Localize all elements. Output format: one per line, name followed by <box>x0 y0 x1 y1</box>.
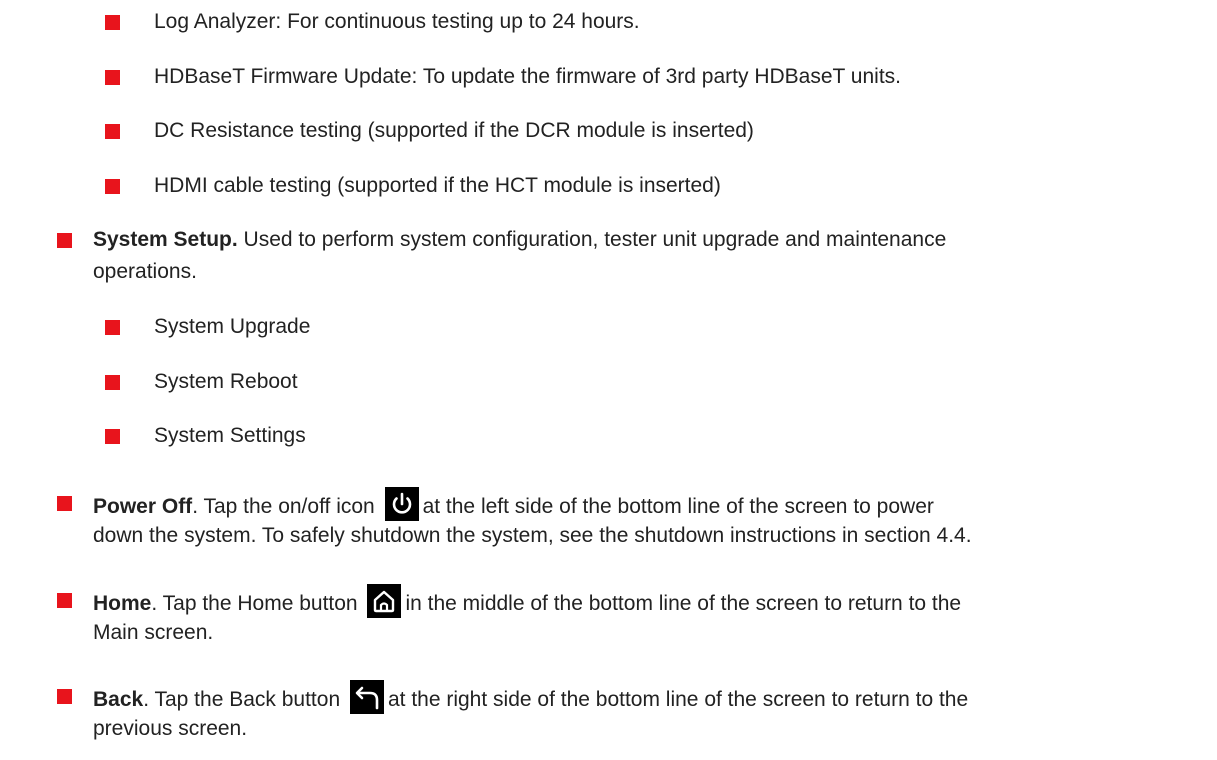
back-arrow-icon <box>349 680 384 714</box>
list-item: DC Resistance testing (supported if the … <box>154 119 754 142</box>
bullet-icon <box>57 496 72 511</box>
home-icon <box>367 584 402 618</box>
home-title: Home <box>93 592 152 615</box>
power-off-title: Power Off <box>93 495 193 518</box>
home-text-a: . Tap the Home button <box>151 592 358 615</box>
list-item: System Settings <box>154 424 306 447</box>
back-title: Back <box>93 688 144 711</box>
bullet-icon <box>105 429 120 444</box>
bullet-icon <box>57 689 72 704</box>
back-text-a: . Tap the Back button <box>143 688 341 711</box>
list-item: Log Analyzer: For continuous testing up … <box>154 10 640 33</box>
bullet-icon <box>105 124 120 139</box>
home-text-line2: Main screen. <box>93 621 214 644</box>
back-text-b: at the right side of the bottom line of … <box>387 688 969 711</box>
system-setup-title: System Setup. <box>93 228 238 251</box>
bullet-icon <box>105 179 120 194</box>
list-item: HDMI cable testing (supported if the HCT… <box>154 174 721 197</box>
power-off-text-b: at the left side of the bottom line of t… <box>422 495 934 518</box>
bullet-icon <box>57 593 72 608</box>
bullet-icon <box>57 233 72 248</box>
back-text-line2: previous screen. <box>93 717 248 740</box>
back-paragraph: Back. Tap the Back button at the right s… <box>93 680 968 716</box>
power-off-text-a: . Tap the on/off icon <box>192 495 375 518</box>
home-text-b: in the middle of the bottom line of the … <box>405 592 962 615</box>
system-setup-text: Used to perform system configuration, te… <box>237 228 947 251</box>
list-item: HDBaseT Firmware Update: To update the f… <box>154 65 901 88</box>
system-setup-paragraph: System Setup. Used to perform system con… <box>93 224 946 256</box>
power-off-text-line2: down the system. To safely shutdown the … <box>93 524 972 547</box>
power-icon <box>384 487 419 521</box>
home-paragraph: Home. Tap the Home button in the middle … <box>93 584 961 620</box>
list-item: System Upgrade <box>154 315 311 338</box>
bullet-icon <box>105 15 120 30</box>
power-off-paragraph: Power Off. Tap the on/off icon at the le… <box>93 487 934 523</box>
system-setup-text-line2: operations. <box>93 260 197 283</box>
bullet-icon <box>105 375 120 390</box>
list-item: System Reboot <box>154 370 298 393</box>
bullet-icon <box>105 320 120 335</box>
bullet-icon <box>105 70 120 85</box>
